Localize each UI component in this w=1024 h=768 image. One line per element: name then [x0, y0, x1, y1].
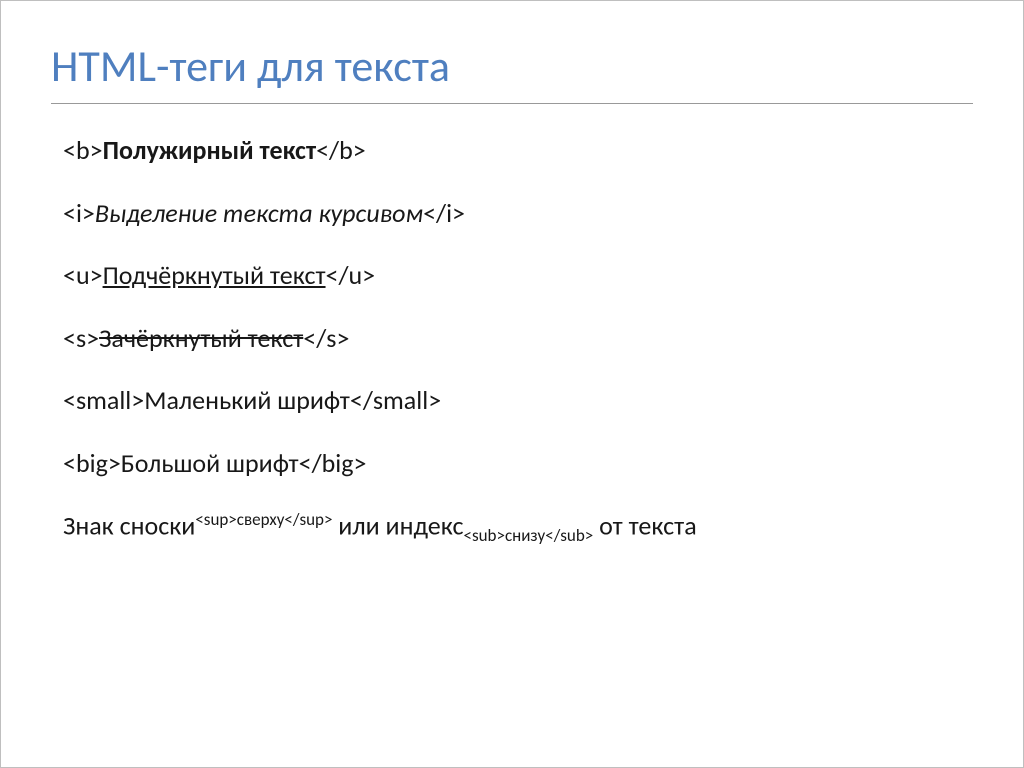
- tag-open-sup: <sup>: [195, 509, 236, 530]
- example-italic: <i>Выделение текста курсивом</i>: [63, 197, 973, 230]
- example-strike: <s>Зачёркнутый текст</s>: [63, 322, 973, 355]
- slide-title: HTML-теги для текста: [51, 39, 973, 93]
- bold-text: Полужирный текст: [103, 134, 317, 166]
- example-underline: <u>Подчёркнутый текст</u>: [63, 259, 973, 292]
- tag-close-u: </u>: [326, 259, 376, 291]
- slide-content: <b>Полужирный текст</b> <i>Выделение тек…: [51, 134, 973, 546]
- small-text: Маленький шрифт: [144, 384, 350, 416]
- tag-close-big: </big>: [299, 447, 367, 479]
- tag-open-small: <small>: [63, 384, 144, 416]
- tag-open-i: <i>: [63, 197, 95, 229]
- sup-content: сверху: [237, 509, 285, 530]
- example-bold: <b>Полужирный текст</b>: [63, 134, 973, 167]
- tag-close-small: </small>: [350, 384, 441, 416]
- sub-content: снизу: [505, 525, 545, 546]
- example-small: <small>Маленький шрифт</small>: [63, 384, 973, 417]
- tag-close-sup: </sup>: [284, 509, 332, 530]
- slide-frame: HTML-теги для текста <b>Полужирный текст…: [0, 0, 1024, 768]
- title-divider: [51, 103, 973, 104]
- example-supsub: Знак сноски<sup>сверху</sup> или индекс<…: [63, 509, 973, 546]
- example-big: <big>Большой шрифт</big>: [63, 447, 973, 480]
- supsub-post: от текста: [593, 510, 696, 542]
- tag-open-big: <big>: [63, 447, 121, 479]
- strike-text: Зачёркнутый текст: [99, 322, 303, 354]
- tag-close-b: </b>: [316, 134, 366, 166]
- tag-open-u: <u>: [63, 259, 103, 291]
- supsub-mid: или индекс: [332, 510, 463, 542]
- tag-close-s: </s>: [303, 322, 349, 354]
- tag-open-s: <s>: [63, 322, 99, 354]
- tag-open-sub: <sub>: [464, 525, 505, 546]
- big-text: Большой шрифт: [121, 447, 299, 479]
- tag-close-i: </i>: [423, 197, 465, 229]
- underline-text: Подчёркнутый текст: [103, 259, 326, 291]
- tag-open-b: <b>: [63, 134, 103, 166]
- tag-close-sub: </sub>: [545, 525, 593, 546]
- italic-text: Выделение текста курсивом: [95, 197, 423, 229]
- supsub-pre: Знак сноски: [63, 510, 195, 542]
